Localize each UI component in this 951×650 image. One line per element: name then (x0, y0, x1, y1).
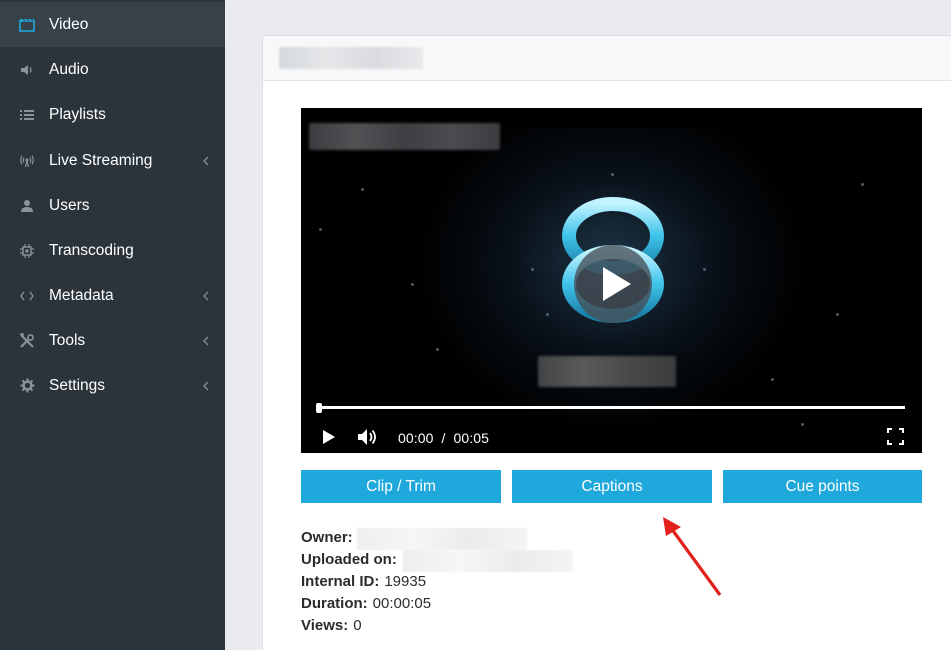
list-icon (19, 107, 35, 123)
user-icon (19, 198, 35, 214)
sidebar-item-label: Users (49, 196, 90, 214)
internal-id-label: Internal ID: (301, 573, 380, 590)
current-time: 00:00 (398, 430, 434, 446)
sidebar-item-playlists[interactable]: Playlists (0, 92, 225, 137)
sidebar-item-label: Settings (49, 376, 106, 394)
duration-label: Duration: (301, 595, 368, 612)
sidebar-item-audio[interactable]: Audio (0, 47, 225, 92)
sidebar-item-metadata[interactable]: Metadata (0, 273, 225, 318)
redacted-video-caption (538, 356, 676, 387)
redacted-owner-value (357, 528, 527, 550)
chevron-left-icon (202, 290, 209, 301)
redacted-video-overlay-title (309, 123, 500, 150)
sidebar-item-settings[interactable]: Settings (0, 363, 225, 408)
time-separator: / (441, 430, 446, 446)
progress-bar[interactable] (318, 406, 905, 409)
play-icon[interactable] (322, 429, 336, 445)
sidebar-item-tools[interactable]: Tools (0, 318, 225, 363)
sidebar-item-label: Audio (49, 60, 89, 78)
fullscreen-icon[interactable] (887, 428, 904, 445)
tools-icon (19, 332, 35, 349)
duration-time: 00:05 (453, 430, 490, 446)
broadcast-icon (19, 153, 35, 169)
internal-id-value: 19935 (384, 573, 427, 590)
views-row: Views: 0 (301, 617, 362, 634)
views-label: Views: (301, 617, 349, 634)
big-play-button[interactable] (574, 245, 652, 323)
sidebar-item-label: Live Streaming (49, 151, 153, 169)
cue-points-button[interactable]: Cue points (723, 470, 922, 503)
chevron-left-icon (202, 335, 209, 346)
sidebar-item-label: Playlists (49, 105, 106, 123)
sidebar: Video Audio Playlists Live Streaming Use… (0, 0, 225, 650)
time-display: 00:00 / 00:05 (398, 430, 489, 446)
card-header (263, 36, 951, 81)
code-icon (19, 288, 35, 304)
views-value: 0 (353, 617, 362, 634)
sidebar-item-transcoding[interactable]: Transcoding (0, 228, 225, 273)
chevron-left-icon (202, 380, 209, 391)
sidebar-item-users[interactable]: Users (0, 183, 225, 228)
video-player[interactable]: 00:00 / 00:05 (301, 108, 922, 453)
internal-id-row: Internal ID: 19935 (301, 573, 426, 590)
duration-row: Duration: 00:00:05 (301, 595, 431, 612)
redacted-video-title (279, 47, 423, 69)
volume-icon[interactable] (357, 427, 379, 447)
owner-label: Owner: (301, 529, 353, 546)
clapperboard-icon (19, 17, 35, 33)
sidebar-item-label: Video (49, 15, 89, 33)
sidebar-item-label: Transcoding (49, 241, 134, 259)
sidebar-item-label: Tools (49, 331, 86, 349)
sidebar-item-video[interactable]: Video (0, 2, 225, 47)
speaker-icon (19, 62, 35, 78)
owner-row: Owner: (301, 529, 353, 546)
uploaded-row: Uploaded on: (301, 551, 397, 568)
sidebar-item-label: Metadata (49, 286, 114, 304)
annotation-arrow-icon (663, 517, 722, 596)
captions-button[interactable]: Captions (512, 470, 712, 503)
progress-handle[interactable] (316, 403, 322, 413)
chip-icon (19, 243, 35, 259)
clip-trim-button[interactable]: Clip / Trim (301, 470, 501, 503)
chevron-left-icon (202, 155, 209, 166)
sidebar-item-live-streaming[interactable]: Live Streaming (0, 138, 225, 183)
play-icon (603, 267, 631, 301)
gear-icon (19, 378, 35, 394)
uploaded-label: Uploaded on: (301, 551, 397, 568)
duration-value: 00:00:05 (372, 595, 432, 612)
redacted-upload-date (403, 550, 573, 572)
